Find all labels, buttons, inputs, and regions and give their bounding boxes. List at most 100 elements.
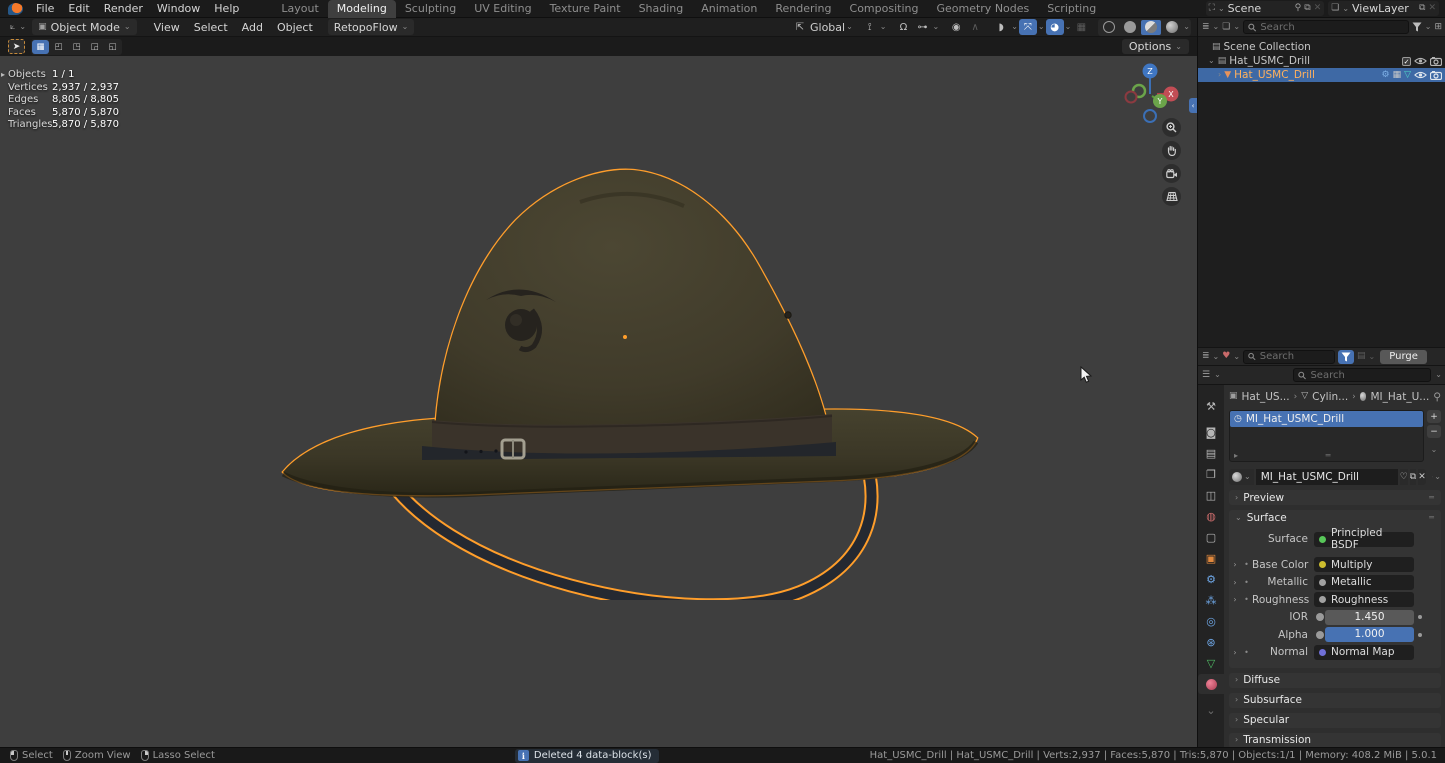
select-mode-set[interactable]: ▦ <box>32 40 49 54</box>
expand-icon[interactable]: › <box>1229 595 1241 604</box>
toolbar-expand-arrow[interactable]: ▸ <box>1 70 5 79</box>
collapse-icon[interactable]: ⌄ <box>1208 57 1215 65</box>
menu-retopoflow[interactable]: RetopoFlow ⌄ <box>328 19 415 35</box>
menu-window[interactable]: Window <box>150 0 207 18</box>
menu-file[interactable]: File <box>29 0 61 18</box>
outliner-editor-icon[interactable]: ≣ <box>1202 23 1210 32</box>
transform-orientation[interactable]: ⇱ Global ⌄ <box>791 19 853 35</box>
tab-overflow-chevron[interactable]: ⌄ <box>1198 700 1224 720</box>
menu-view[interactable]: View <box>147 21 187 34</box>
new-material-copy-icon[interactable]: ⧉ <box>1410 469 1416 485</box>
sidebar-toggle-tab[interactable]: ‹ <box>1189 98 1197 113</box>
perspective-toggle-button[interactable] <box>1162 187 1181 206</box>
blender-logo-icon[interactable] <box>8 3 23 15</box>
surface-shader-button[interactable]: Principled BSDF <box>1314 532 1414 547</box>
workspace-tab-uv-editing[interactable]: UV Editing <box>465 0 540 18</box>
disable-render-camera-icon[interactable] <box>1430 71 1442 80</box>
outliner-row-scene-collection[interactable]: ▤ Scene Collection <box>1198 40 1445 54</box>
material-slot-row[interactable]: ◷ MI_Hat_USMC_Drill <box>1230 411 1423 427</box>
browse-material-dropdown[interactable]: ⌄ <box>1229 469 1254 485</box>
expand-icon[interactable]: › <box>1229 560 1241 569</box>
panel-surface[interactable]: ⌄ Surface ═ Surface Principled BSDF <box>1229 510 1441 668</box>
workspace-tab-sculpting[interactable]: Sculpting <box>396 0 465 18</box>
pivot-point[interactable]: ⟟ ⌄ <box>861 19 887 35</box>
menu-add[interactable]: Add <box>235 21 270 34</box>
shading-rendered-button[interactable] <box>1162 20 1182 35</box>
show-object-types-icon[interactable]: ◗ <box>992 19 1010 35</box>
tab-physics[interactable]: ◎ <box>1198 611 1224 631</box>
gizmo-z-axis[interactable]: Z <box>1147 67 1153 76</box>
expand-icon[interactable]: › <box>1229 648 1241 657</box>
gizmo-y-axis[interactable]: Y <box>1157 97 1163 106</box>
unlink-material-icon[interactable]: ✕ <box>1418 469 1426 485</box>
pin-icon[interactable]: ⚲ <box>1433 391 1441 403</box>
ior-slider[interactable]: 1.450 <box>1325 610 1414 625</box>
fake-user-shield-icon[interactable]: ♡ <box>1400 469 1408 485</box>
remove-slot-button[interactable]: − <box>1427 425 1441 438</box>
orphan-search[interactable] <box>1243 350 1335 364</box>
active-tool-select-box[interactable]: ➤ <box>8 39 25 54</box>
filter-toggle-icon[interactable] <box>1338 350 1354 364</box>
mode-dropdown[interactable]: ▣ Object Mode ⌄ <box>32 19 137 35</box>
hide-eye-icon[interactable] <box>1414 57 1427 65</box>
material-slot-list[interactable]: ◷ MI_Hat_USMC_Drill ▸ ═ <box>1229 410 1424 462</box>
breadcrumb-data[interactable]: Cylin... <box>1312 391 1348 403</box>
workspace-tab-layout[interactable]: Layout <box>272 0 327 18</box>
expand-icon[interactable]: › <box>1218 71 1221 79</box>
properties-search[interactable] <box>1293 368 1431 382</box>
menu-render[interactable]: Render <box>97 0 150 18</box>
roughness-input-button[interactable]: Roughness <box>1314 592 1414 607</box>
tab-material[interactable] <box>1198 674 1224 694</box>
editor-type-button[interactable]: ⟀ ⌄ <box>4 19 32 35</box>
navigation-gizmo[interactable]: Z X Y <box>1119 60 1183 124</box>
tab-view-layer[interactable]: ❐ <box>1198 464 1224 484</box>
tab-object[interactable]: ▣ <box>1198 548 1224 568</box>
orphan-display-icon[interactable]: ♥ <box>1222 352 1230 361</box>
overlays-toggle-icon[interactable]: ◕ <box>1046 19 1064 35</box>
workspace-tab-scripting[interactable]: Scripting <box>1038 0 1105 18</box>
tab-render[interactable]: ◙ <box>1198 422 1224 442</box>
workspace-tab-modeling[interactable]: Modeling <box>328 0 396 18</box>
alpha-slider[interactable]: 1.000 <box>1325 627 1414 642</box>
pin-icon[interactable]: ⚲ <box>1295 4 1302 13</box>
tab-constraints[interactable]: ⊛ <box>1198 632 1224 652</box>
filter-icon[interactable] <box>1412 22 1422 32</box>
metallic-input-button[interactable]: Metallic <box>1314 575 1414 590</box>
properties-search-input[interactable] <box>1310 370 1426 381</box>
tab-scene[interactable]: ◫ <box>1198 485 1224 505</box>
outliner-row-object-selected[interactable]: › ▼ Hat_USMC_Drill ⚙ ▦ ▽ <box>1198 68 1445 82</box>
select-mode-subtract[interactable]: ◳ <box>68 40 85 54</box>
tab-collection[interactable]: ▢ <box>1198 527 1224 547</box>
panel-diffuse[interactable]: ›Diffuse <box>1229 673 1441 688</box>
snap-controls[interactable]: Ω ⊶ ⌄ <box>894 19 939 35</box>
proportional-editing[interactable]: ◉ ∧ <box>947 19 984 35</box>
select-mode-invert[interactable]: ◲ <box>86 40 103 54</box>
add-slot-button[interactable]: + <box>1427 410 1441 423</box>
slot-specials-chevron[interactable]: ⌄ <box>1427 446 1441 454</box>
tool-options-dropdown[interactable]: Options ⌄ <box>1122 39 1189 54</box>
new-scene-icon[interactable]: ⧉ <box>1304 4 1310 13</box>
workspace-tab-animation[interactable]: Animation <box>692 0 766 18</box>
hat-model-3d-object[interactable] <box>280 160 980 600</box>
new-collection-icon[interactable]: ⊞ <box>1434 23 1442 32</box>
new-viewlayer-icon[interactable]: ⧉ <box>1419 4 1425 13</box>
select-mode-intersect[interactable]: ◱ <box>104 40 121 54</box>
expand-icon[interactable]: › <box>1229 578 1241 587</box>
animate-dot-icon[interactable] <box>1414 633 1426 637</box>
panel-subsurface[interactable]: ›Subsurface <box>1229 693 1441 708</box>
display-mode-icon[interactable]: ❏ <box>1222 23 1230 32</box>
filter-icon[interactable] <box>1432 472 1433 482</box>
base-color-input-button[interactable]: Multiply <box>1314 557 1414 572</box>
collection-checkbox[interactable]: ✓ <box>1402 57 1411 66</box>
workspace-tab-texture-paint[interactable]: Texture Paint <box>541 0 630 18</box>
normal-input-button[interactable]: Normal Map <box>1314 645 1414 660</box>
panel-specular[interactable]: ›Specular <box>1229 713 1441 728</box>
orphan-search-input[interactable] <box>1260 351 1330 362</box>
workspace-tab-geometry-nodes[interactable]: Geometry Nodes <box>927 0 1038 18</box>
workspace-tab-shading[interactable]: Shading <box>630 0 693 18</box>
tab-output[interactable]: ▤ <box>1198 443 1224 463</box>
shading-wireframe-button[interactable] <box>1099 20 1119 35</box>
camera-view-button[interactable] <box>1162 164 1181 183</box>
panel-preview[interactable]: › Preview ═ <box>1229 490 1441 505</box>
outliner-search[interactable] <box>1243 20 1409 34</box>
